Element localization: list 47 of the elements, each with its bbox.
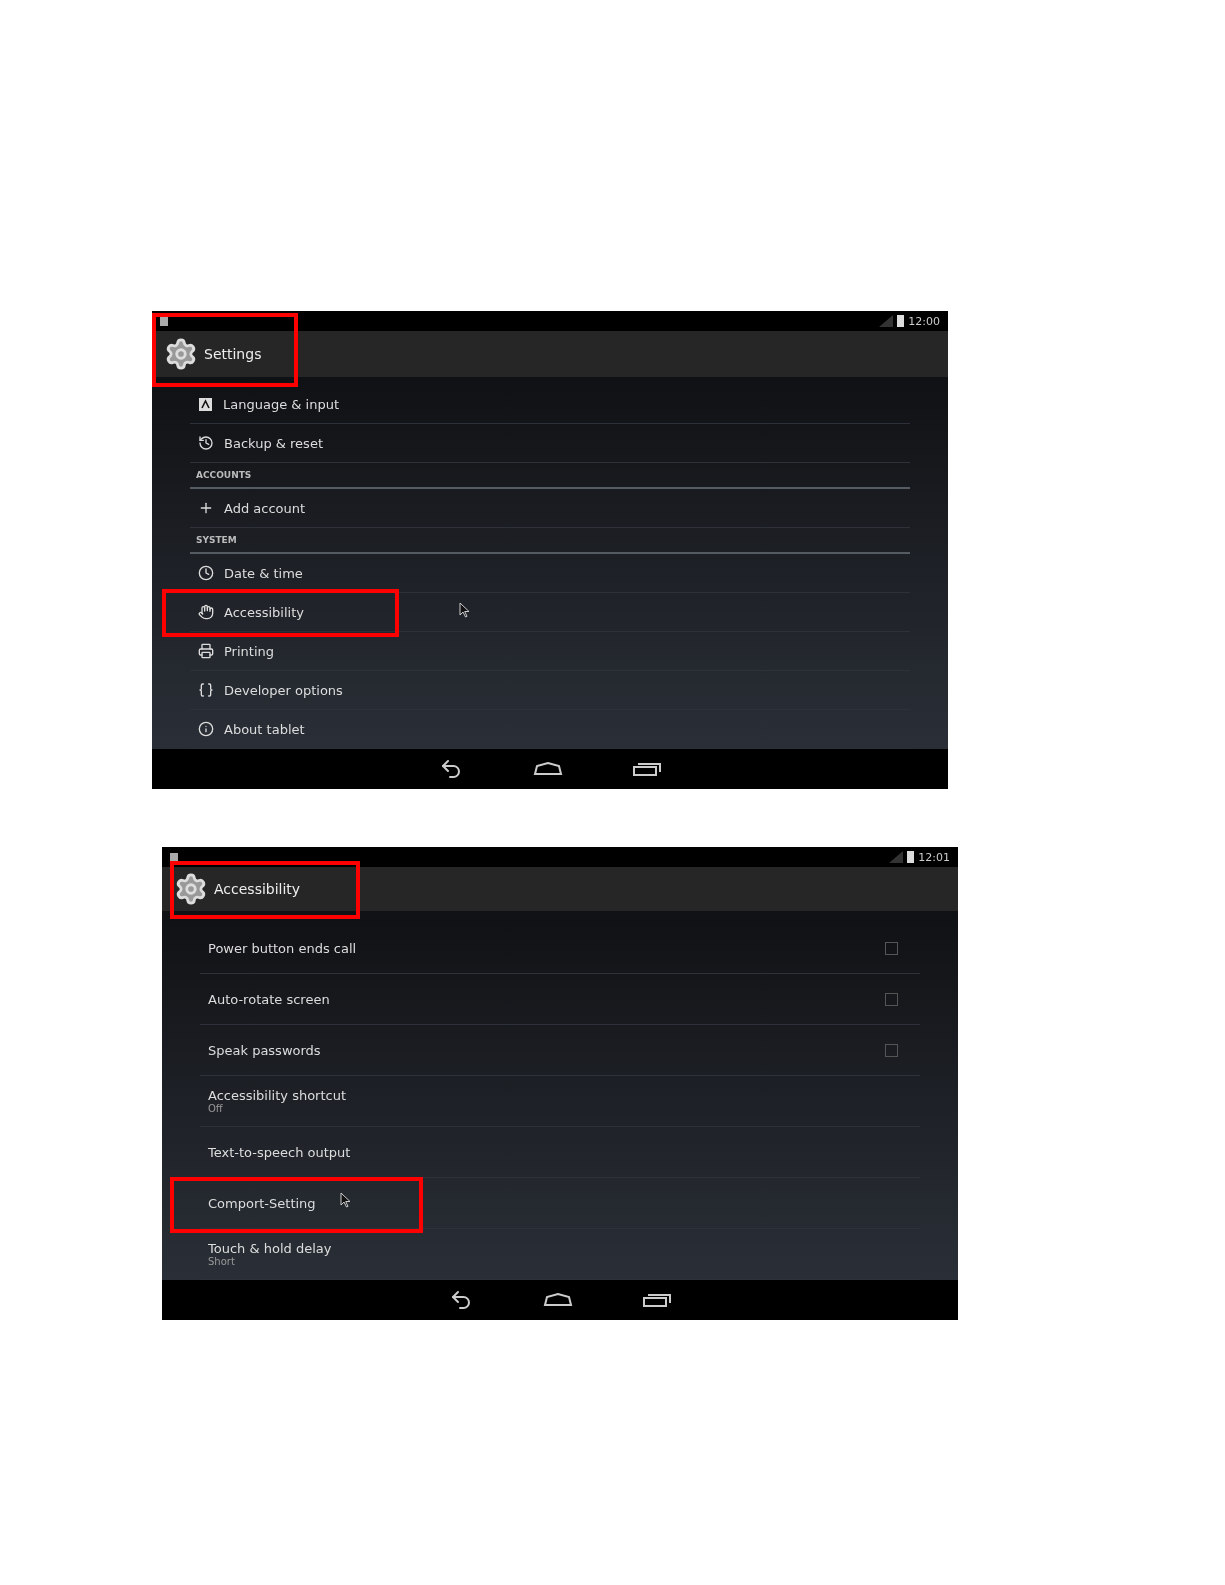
screen-title: Settings (204, 346, 262, 362)
recent-apps-icon[interactable] (643, 1293, 671, 1307)
hand-icon (198, 604, 214, 620)
screen-title: Accessibility (214, 881, 301, 897)
home-icon[interactable] (533, 762, 563, 776)
signal-icon (879, 315, 894, 327)
settings-item[interactable]: Add account (190, 489, 910, 528)
settings-item[interactable]: Speak passwords (200, 1025, 920, 1076)
gear-icon (164, 337, 198, 371)
cursor-icon (340, 1192, 351, 1208)
battery-icon (897, 315, 905, 327)
settings-item[interactable]: Backup & reset (190, 424, 910, 463)
settings-item[interactable]: Developer options (190, 671, 910, 710)
item-summary: Short (208, 1256, 236, 1267)
gear-icon (174, 872, 208, 906)
info-icon (198, 721, 214, 737)
braces-icon (198, 682, 214, 698)
back-icon[interactable] (439, 757, 463, 781)
section-header: SYSTEM (196, 535, 237, 545)
history-icon (198, 435, 214, 451)
clock-icon (198, 565, 214, 581)
checkbox[interactable] (885, 1043, 898, 1057)
section-header: ACCOUNTS (196, 470, 252, 480)
item-summary: Off (208, 1103, 224, 1114)
notification-icon (170, 852, 178, 862)
settings-item[interactable]: Auto-rotate screen (200, 974, 920, 1025)
signal-icon (889, 851, 904, 863)
battery-icon (907, 851, 915, 863)
recent-apps-icon[interactable] (633, 762, 661, 776)
settings-item[interactable]: Language & input (190, 385, 910, 424)
settings-item[interactable]: Accessibility shortcut Off (200, 1076, 920, 1127)
settings-item[interactable]: Date & time (190, 554, 910, 593)
notification-icon (160, 316, 168, 326)
printer-icon (198, 643, 214, 659)
language-icon (198, 396, 213, 412)
home-icon[interactable] (543, 1293, 573, 1307)
cursor-icon (459, 602, 470, 618)
back-icon[interactable] (449, 1288, 473, 1312)
settings-item[interactable]: Text-to-speech output (200, 1127, 920, 1178)
checkbox[interactable] (885, 992, 898, 1006)
checkbox[interactable] (885, 941, 898, 955)
status-time: 12:00 (908, 314, 940, 328)
status-time: 12:01 (918, 850, 950, 864)
settings-item[interactable]: Power button ends call (200, 923, 920, 974)
settings-item[interactable]: Printing (190, 632, 910, 671)
settings-item[interactable]: Accessibility (190, 593, 910, 632)
plus-icon (198, 500, 214, 516)
